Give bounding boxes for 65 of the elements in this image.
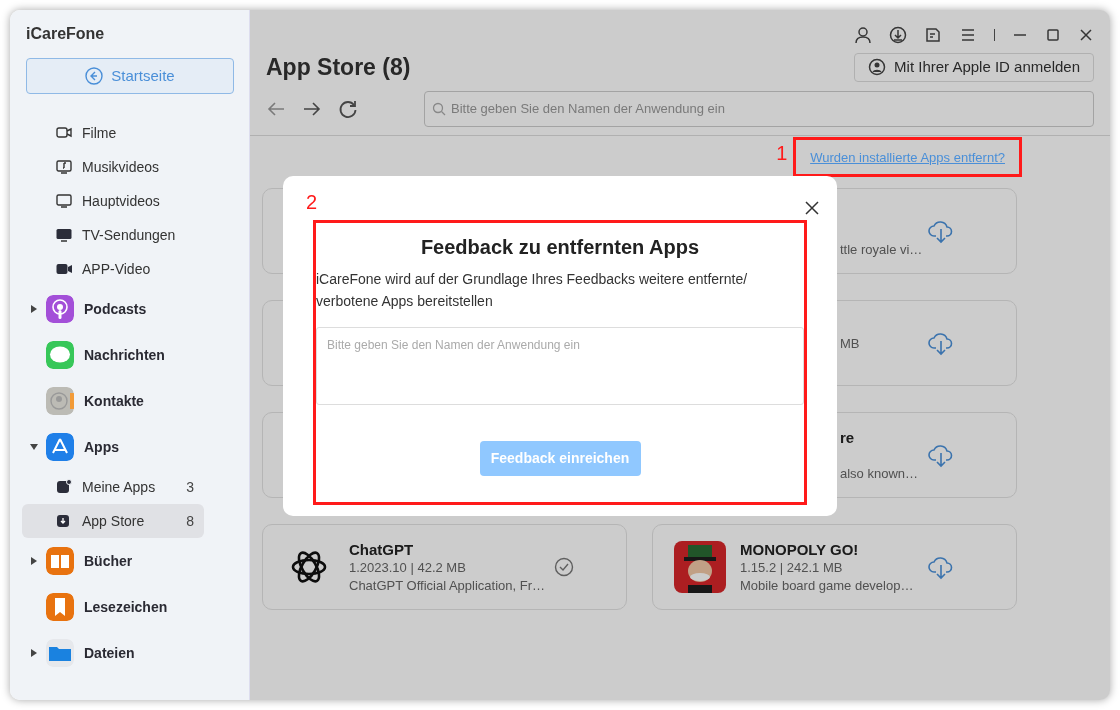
note-icon[interactable] [924, 26, 942, 44]
search-field[interactable]: Bitte geben Sie den Namen der Anwendung ein [424, 90, 1094, 127]
podcasts-icon [46, 295, 74, 323]
sidebar-group[interactable]: Bücher [84, 550, 133, 572]
chat-bubble-icon [46, 341, 74, 369]
app-description: Mobile board game develop… [740, 576, 915, 595]
sidebar-group[interactable]: Nachrichten [84, 344, 165, 366]
app-badge-icon [56, 479, 72, 495]
dialog-text: iCareFone wird auf der Grundlage Ihres Feedbacks weitere entfernte/ verbotene Apps bereitstellen [316, 270, 749, 311]
annotation-number: 2 [306, 190, 318, 215]
search-icon [432, 101, 446, 116]
dialog-title: Feedback zu entfernten Apps [419, 235, 701, 260]
item-count: 3 [186, 477, 194, 497]
expanded-arrow-icon[interactable] [30, 441, 38, 452]
sidebar-item[interactable]: APP-Video [22, 252, 204, 286]
sidebar-group[interactable]: Lesezeichen [84, 596, 168, 618]
app-title: ChatGPT [349, 540, 415, 559]
app-name-field[interactable]: Bitte geben Sie den Namen der Anwendung ein [316, 327, 804, 405]
sidebar-group[interactable]: Apps [84, 436, 119, 458]
sidebar-item[interactable]: Musikvideos [22, 150, 204, 184]
app-description: ttle royale vi… [840, 240, 924, 259]
annotation-number: 1 [776, 140, 788, 166]
menu-icon[interactable] [959, 26, 977, 44]
app-name: iCareFone [26, 24, 106, 44]
app-details: 1.2023.10 | 42.2 MB [349, 558, 467, 577]
app-description: also known… [840, 464, 920, 483]
user-circle-icon [868, 58, 887, 77]
sidebar-group[interactable]: Dateien [84, 642, 135, 664]
app-title: MONOPOLY GO! [740, 540, 860, 559]
video-camera-icon [56, 125, 72, 141]
app-title: re [840, 428, 856, 447]
contact-card-icon [46, 387, 74, 415]
collapsed-arrow-icon[interactable] [30, 647, 38, 658]
music-monitor-icon [56, 159, 72, 175]
sidebar-item[interactable]: Meine Apps 3 [22, 470, 204, 504]
app-description: ChatGPT Official Application, Fr… [349, 576, 547, 595]
sidebar-group[interactable]: Podcasts [84, 298, 147, 320]
bookmark-icon [46, 593, 74, 621]
refresh-icon[interactable] [338, 98, 358, 119]
sidebar-item[interactable]: App Store 8 [22, 504, 204, 538]
app-details: MB [840, 334, 861, 353]
user-icon[interactable] [854, 26, 872, 44]
download-icon[interactable] [889, 26, 907, 44]
tv-icon [56, 227, 72, 243]
collapsed-arrow-icon[interactable] [30, 555, 38, 566]
app-store-icon [46, 433, 74, 461]
maximize-icon[interactable] [1045, 27, 1061, 43]
sidebar-item[interactable]: TV-Sendungen [22, 218, 204, 252]
download-app-icon [56, 513, 72, 529]
sidebar-item[interactable]: Filme [22, 116, 204, 150]
close-button[interactable] [805, 201, 819, 215]
monitor-icon [56, 193, 72, 209]
folder-icon [46, 639, 74, 667]
open-book-icon [46, 547, 74, 575]
video-camera-icon [56, 261, 72, 277]
app-details: 1.15.2 | 242.1 MB [740, 558, 844, 577]
apple-id-button[interactable]: Mit Ihrer Apple ID anmelden [854, 53, 1094, 82]
item-count: 8 [186, 511, 194, 531]
close-icon [805, 201, 819, 215]
close-icon[interactable] [1078, 27, 1094, 43]
collapsed-arrow-icon[interactable] [30, 303, 38, 314]
sidebar-group[interactable]: Kontakte [84, 390, 144, 412]
back-circle-icon [85, 67, 104, 85]
page-title: App Store (8) [266, 53, 411, 82]
sidebar-item[interactable]: Hauptvideos [22, 184, 204, 218]
